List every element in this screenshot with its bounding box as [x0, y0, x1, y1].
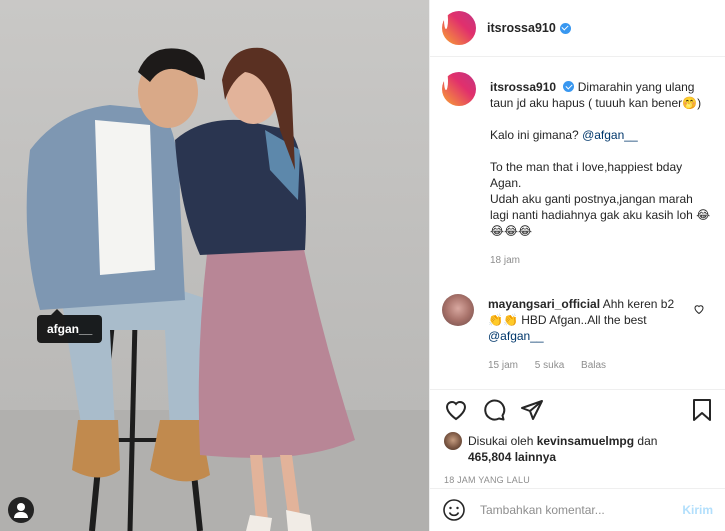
- post-photo[interactable]: afgan__: [0, 0, 429, 531]
- likes-prefix: Disukai oleh: [468, 434, 537, 448]
- comment-item: mayangsari_official Ahh keren b2 👏👏 HBD …: [442, 291, 713, 374]
- bookmark-icon[interactable]: [691, 398, 713, 422]
- comment-like-heart-icon[interactable]: [693, 303, 705, 315]
- liker-username[interactable]: kevinsamuelmpg: [537, 434, 634, 448]
- comment-reply-button[interactable]: Balas: [581, 360, 606, 371]
- tagged-users-icon[interactable]: [8, 497, 34, 523]
- photo-tag-afgan[interactable]: afgan__: [37, 309, 103, 343]
- caption-line-2: Kalo ini gimana?: [490, 128, 583, 142]
- author-avatar[interactable]: [442, 11, 476, 45]
- caption-line-3: To the man that i love,happiest bday Aga…: [490, 160, 683, 190]
- likes-count[interactable]: 465,804 lainnya: [468, 450, 556, 464]
- send-comment-button[interactable]: Kirim: [682, 503, 713, 517]
- emoji-icon[interactable]: [442, 498, 466, 522]
- caption-text: itsrossa910 Dimarahin yang ulang taun jd…: [490, 79, 712, 269]
- commenter-avatar[interactable]: [442, 294, 474, 326]
- verified-badge-icon: [563, 81, 575, 92]
- post-actions: Disukai oleh kevinsamuelmpg dan 465,804 …: [430, 389, 725, 489]
- caption-line-4: Udah aku ganti postnya,jangan marah lagi…: [490, 192, 711, 238]
- share-send-icon[interactable]: [520, 398, 544, 422]
- likes-summary: Disukai oleh kevinsamuelmpg dan 465,804 …: [444, 432, 713, 465]
- post-timestamp[interactable]: 18 JAM YANG LALU: [444, 475, 713, 485]
- caption-mention-link[interactable]: @afgan__: [582, 128, 638, 142]
- verified-badge-icon: [559, 22, 571, 34]
- comment-mention-link[interactable]: @afgan__: [488, 329, 544, 343]
- like-heart-icon[interactable]: [444, 398, 468, 422]
- post-caption: itsrossa910 Dimarahin yang ulang taun jd…: [442, 72, 713, 269]
- comment-text: mayangsari_official Ahh keren b2 👏👏 HBD …: [488, 296, 688, 374]
- caption-author-avatar[interactable]: [442, 72, 476, 106]
- comment-input[interactable]: [480, 503, 683, 517]
- add-comment-bar: Kirim: [430, 488, 725, 531]
- photo-illustration: [0, 47, 429, 531]
- comments-section[interactable]: itsrossa910 Dimarahin yang ulang taun jd…: [430, 58, 725, 388]
- commenter-username[interactable]: mayangsari_official: [488, 297, 600, 311]
- likes-middle: dan: [634, 434, 658, 448]
- comment-time[interactable]: 15 jam: [488, 360, 518, 371]
- post-header: itsrossa910: [430, 0, 725, 57]
- liker-avatar[interactable]: [444, 432, 462, 450]
- comment-likes[interactable]: 5 suka: [535, 360, 564, 371]
- caption-time[interactable]: 18 jam: [490, 255, 520, 266]
- caption-username[interactable]: itsrossa910: [490, 80, 556, 94]
- comment-bubble-icon[interactable]: [482, 398, 506, 422]
- post-side-panel: itsrossa910 itsrossa910 Dimarahin yang u…: [429, 0, 725, 531]
- author-username[interactable]: itsrossa910: [487, 21, 556, 35]
